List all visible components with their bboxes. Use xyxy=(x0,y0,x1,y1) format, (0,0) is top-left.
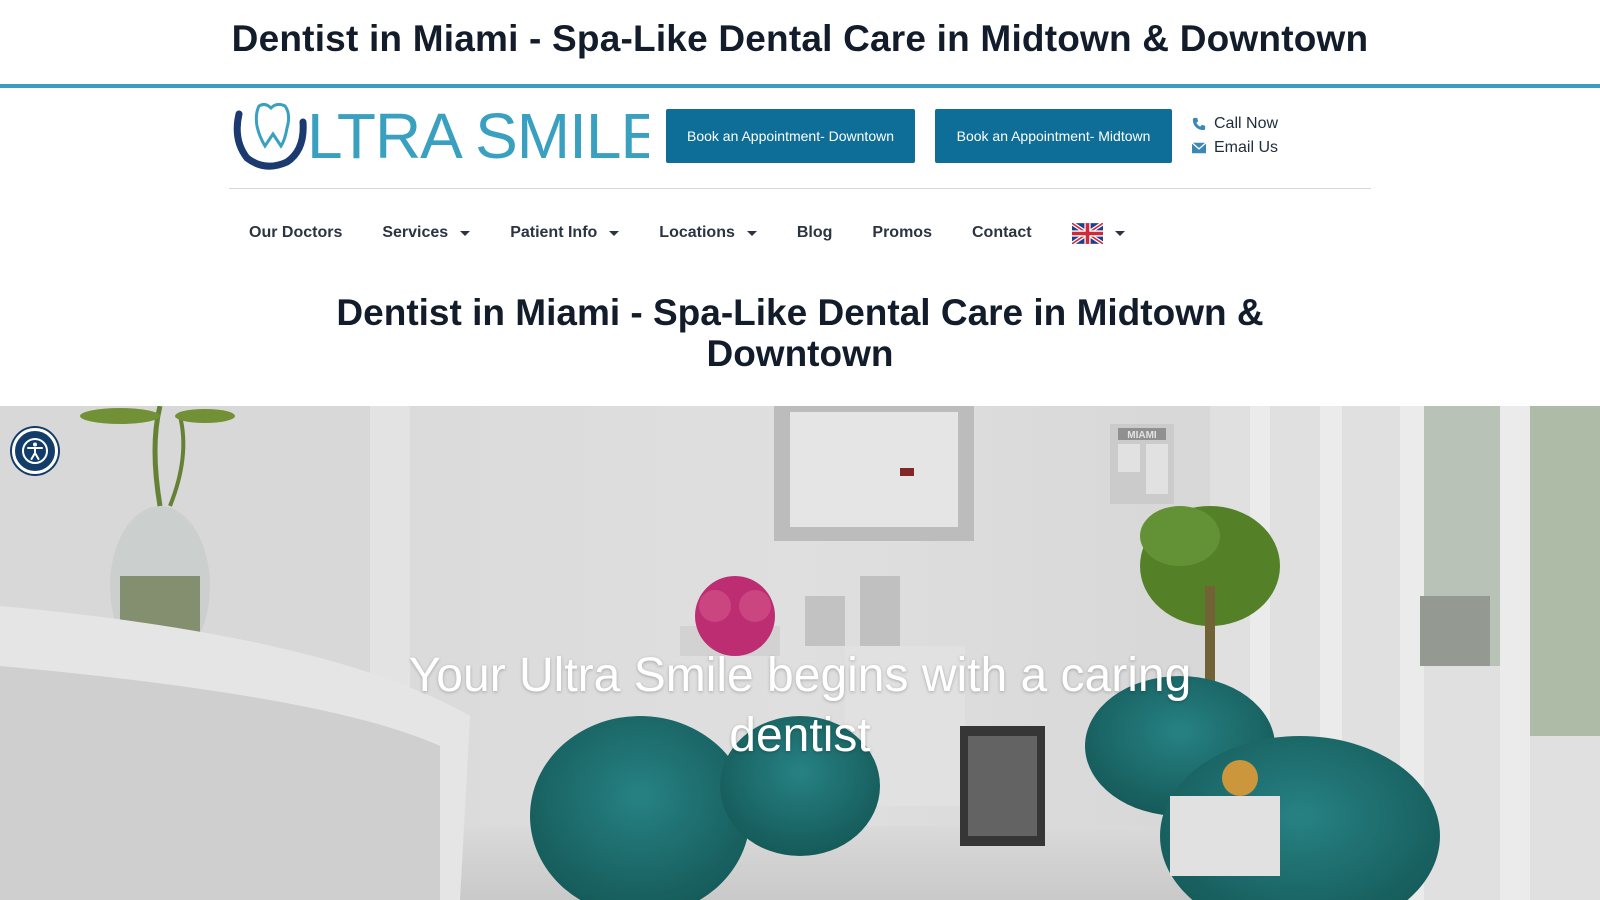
nav-label: Blog xyxy=(796,224,833,241)
call-now-link[interactable]: Call Now xyxy=(1192,112,1278,136)
email-us-link[interactable]: Email Us xyxy=(1192,136,1278,160)
nav-label: Promos xyxy=(872,224,932,241)
caret-down-icon xyxy=(609,230,620,236)
contact-links: Call Now Email Us xyxy=(1192,112,1278,160)
nav-label: Contact xyxy=(971,224,1032,241)
top-title-bar: Dentist in Miami - Spa-Like Dental Care … xyxy=(0,0,1600,88)
nav-label: Our Doctors xyxy=(249,224,343,241)
accessibility-button[interactable] xyxy=(12,428,58,474)
site-header: LTRA SMILE Book an Appointment- Downtown… xyxy=(229,100,1369,176)
email-us-label: Email Us xyxy=(1214,139,1279,156)
caret-down-icon xyxy=(460,230,471,236)
nav-label: Locations xyxy=(659,224,735,241)
nav-label: Services xyxy=(382,224,449,241)
language-selector[interactable] xyxy=(1052,213,1145,253)
svg-text:LTRA SMILE: LTRA SMILE xyxy=(307,100,649,170)
book-appointment-downtown-button[interactable]: Book an Appointment- Downtown xyxy=(666,109,915,163)
site-logo[interactable]: LTRA SMILE xyxy=(229,100,649,170)
call-now-label: Call Now xyxy=(1214,115,1279,132)
accessibility-icon xyxy=(22,438,48,464)
site-title: Dentist in Miami - Spa-Like Dental Care … xyxy=(231,18,1369,59)
nav-item-services[interactable]: Services xyxy=(362,213,490,253)
caret-down-icon xyxy=(746,230,757,236)
nav-item-promos[interactable]: Promos xyxy=(852,213,952,253)
book-appointment-midtown-button[interactable]: Book an Appointment- Midtown xyxy=(935,109,1172,163)
main-nav: Our Doctors Services Patient Info Locati… xyxy=(229,210,1369,256)
hero-tagline: Your Ultra Smile begins with a caring de… xyxy=(408,649,1192,762)
tooth-u-icon: LTRA SMILE xyxy=(233,100,649,170)
nav-label: Patient Info xyxy=(510,224,598,241)
nav-item-our-doctors[interactable]: Our Doctors xyxy=(229,213,362,253)
nav-item-locations[interactable]: Locations xyxy=(639,213,777,253)
page-heading: Dentist in Miami - Spa-Like Dental Care … xyxy=(336,292,1264,374)
nav-item-blog[interactable]: Blog xyxy=(777,213,853,253)
caret-down-icon xyxy=(1114,230,1125,236)
envelope-icon xyxy=(1192,142,1214,154)
nav-item-contact[interactable]: Contact xyxy=(952,213,1052,253)
uk-flag-icon xyxy=(1071,222,1103,244)
hero-section: MIAMI Your Ultra Smile begins with a car… xyxy=(0,406,1600,900)
phone-icon xyxy=(1192,117,1214,131)
header-divider xyxy=(229,188,1371,189)
nav-item-patient-info[interactable]: Patient Info xyxy=(490,213,639,253)
